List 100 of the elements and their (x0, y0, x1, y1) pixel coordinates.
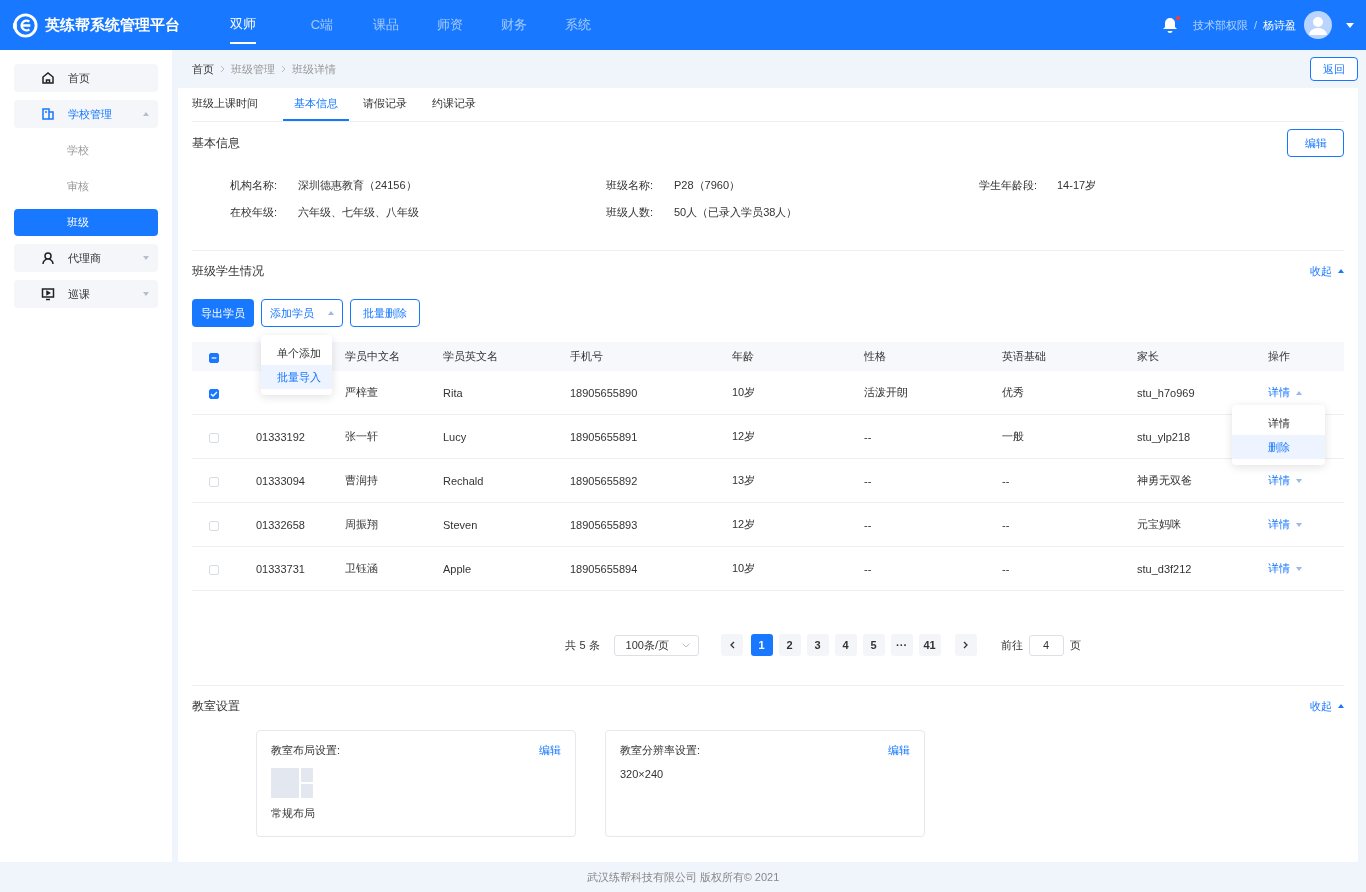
menu-item[interactable]: 单个添加 (261, 341, 332, 365)
table-cell: Rechald (443, 474, 484, 487)
table-cell: 张一轩 (345, 430, 378, 442)
collapse-link[interactable]: 收起 (1310, 698, 1344, 714)
edit-link[interactable]: 编辑 (888, 743, 910, 758)
sidebar-subitem[interactable]: 班级 (14, 209, 158, 236)
back-button[interactable]: 返回 (1310, 57, 1358, 81)
table-cell: -- (864, 474, 872, 487)
caret-icon[interactable] (1346, 22, 1354, 28)
menu-item[interactable]: 详情 (1232, 411, 1325, 435)
table-cell: stu_ylp218 (1137, 430, 1191, 443)
sidebar-subitem[interactable]: 审核 (14, 173, 158, 200)
sidebar-item[interactable]: 首页 (14, 64, 158, 92)
column-header: 学员中文名 (345, 350, 400, 362)
field-value: 14-17岁 (1057, 178, 1097, 193)
page-button[interactable]: 2 (778, 634, 801, 656)
tab[interactable]: 基本信息 (283, 88, 349, 121)
breadcrumb-link[interactable]: 班级管理 (231, 61, 275, 77)
table-cell: 10岁 (732, 386, 756, 398)
row-checkbox[interactable] (209, 388, 219, 399)
page-button[interactable]: 3 (806, 634, 829, 656)
page-button[interactable]: 5 (862, 634, 885, 656)
table-cell: -- (864, 518, 872, 531)
chevron-right-icon (962, 641, 969, 649)
table-cell: 严梓萱 (345, 386, 378, 398)
breadcrumb-link[interactable]: 首页 (192, 61, 214, 77)
edit-link[interactable]: 编辑 (539, 743, 561, 758)
tab[interactable]: 请假记录 (352, 88, 418, 121)
sidebar-subitem[interactable]: 学校 (14, 137, 158, 164)
field-value: 深圳德惠教育（24156） (298, 178, 417, 193)
details-dropdown[interactable]: 详情 (1268, 517, 1302, 532)
page-button[interactable]: ··· (890, 634, 913, 656)
batch-delete-button[interactable]: 批量删除 (350, 299, 420, 327)
layout-name: 常规布局 (271, 806, 316, 821)
chevron-icon (220, 65, 225, 73)
field-label: 在校年级: (230, 205, 279, 220)
table-cell: 12岁 (732, 430, 756, 442)
section-title: 班级学生情况 (192, 262, 264, 280)
table-cell: stu_d3f212 (1137, 562, 1192, 575)
table-cell: 12岁 (732, 518, 756, 530)
table-cell: 18905655891 (570, 430, 638, 443)
sidebar-item[interactable]: 巡课 (14, 280, 158, 308)
menu-item[interactable]: 批量导入 (261, 365, 332, 389)
field-label: 班级名称: (606, 178, 655, 193)
menu-item[interactable]: 删除 (1232, 435, 1325, 459)
breadcrumb-link[interactable]: 班级详情 (292, 61, 336, 77)
page-button[interactable]: 4 (834, 634, 857, 656)
select-all-checkbox[interactable] (209, 352, 219, 363)
nav-tab[interactable]: 课品 (354, 0, 418, 50)
previous-page-button[interactable] (720, 634, 743, 656)
table-cell: -- (864, 562, 872, 575)
sidebar-item[interactable]: 学校管理 (14, 100, 158, 128)
nav-tab[interactable]: 师资 (418, 0, 482, 50)
add-student-dropdown[interactable]: 添加学员 (261, 299, 343, 327)
page-button[interactable]: 41 (918, 634, 941, 656)
table-cell: 13岁 (732, 474, 756, 486)
nav-tab[interactable]: C端 (290, 0, 354, 50)
nav-tab[interactable]: 财务 (482, 0, 546, 50)
table-cell: 一般 (1002, 430, 1024, 442)
sidebar-item[interactable]: 代理商 (14, 244, 158, 272)
home-icon (41, 71, 55, 85)
column-header: 学员英文名 (443, 350, 498, 362)
details-dropdown[interactable]: 详情 (1268, 561, 1302, 576)
tab[interactable]: 约课记录 (421, 88, 487, 121)
table-cell: 活泼开朗 (864, 386, 908, 398)
tab[interactable]: 班级上课时间 (192, 88, 269, 121)
field-value: 六年级、七年级、八年级 (298, 205, 419, 220)
table-cell: 神勇无双爸 (1137, 474, 1192, 486)
card-title: 教室布局设置: (271, 743, 341, 758)
table-cell: 01333192 (256, 430, 305, 443)
resolution-value: 320×240 (620, 768, 665, 780)
logo-icon (12, 11, 39, 39)
table-cell: -- (1002, 562, 1010, 575)
column-header: 英语基础 (1002, 350, 1046, 362)
details-dropdown[interactable]: 详情 (1268, 385, 1302, 400)
chevron-left-icon (728, 641, 735, 649)
export-button[interactable]: 导出学员 (192, 299, 254, 327)
next-page-button[interactable] (954, 634, 977, 656)
details-dropdown[interactable]: 详情 (1268, 473, 1302, 488)
layout-icon (271, 768, 313, 798)
table-cell: 元宝妈咪 (1137, 518, 1181, 530)
table-cell: 01333731 (256, 562, 305, 575)
column-header: 手机号 (570, 350, 603, 362)
role-label: 技术部权限 (1192, 17, 1248, 33)
section-title: 教室设置 (192, 697, 240, 715)
monitor-icon (41, 287, 55, 301)
avatar-icon[interactable] (1304, 11, 1332, 39)
nav-tab[interactable]: 系统 (546, 0, 610, 50)
page-size-select[interactable]: 100条/页 (613, 634, 699, 656)
person-icon (41, 251, 55, 265)
field-value: 50人（已录入学员38人） (674, 205, 798, 220)
column-header: 性格 (864, 350, 886, 362)
column-header: 家长 (1137, 350, 1159, 362)
page-button[interactable]: 1 (750, 634, 773, 656)
page-input[interactable]: 4 (1028, 634, 1064, 656)
nav-tab[interactable]: 双师 (230, 0, 256, 44)
edit-button[interactable]: 编辑 (1287, 129, 1344, 157)
column-header: 年龄 (732, 350, 754, 362)
collapse-link[interactable]: 收起 (1310, 263, 1344, 279)
table-cell: 曹润持 (345, 474, 378, 486)
